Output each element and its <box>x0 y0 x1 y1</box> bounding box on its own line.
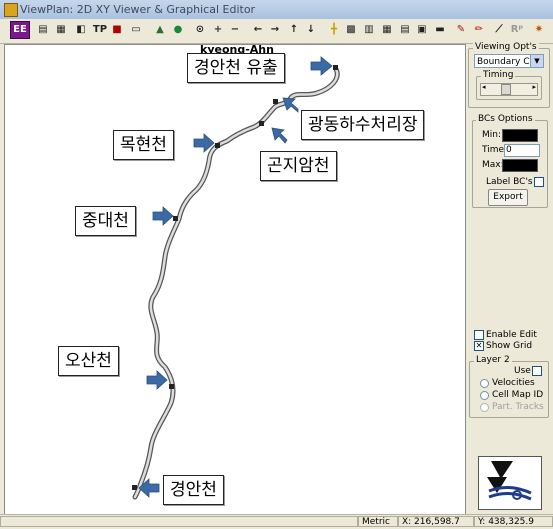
part-tracks-label: Part. Tracks <box>492 402 544 412</box>
velocities-label: Velocities <box>492 378 535 388</box>
globe-icon[interactable]: ● <box>169 21 187 39</box>
max-label: Max: <box>482 160 504 170</box>
arrow-up-icon[interactable]: ↑ <box>285 21 303 39</box>
box-icon[interactable]: ▣ <box>413 21 431 39</box>
pencil-icon[interactable]: ✏ <box>470 21 488 39</box>
settings-icon[interactable]: ✷ <box>530 21 548 39</box>
export-button[interactable]: Export <box>488 189 528 206</box>
ee-icon[interactable]: EE <box>10 21 30 39</box>
callout-gonjiam: 곤지암천 <box>260 151 337 181</box>
callout-gyeongan: 경안천 <box>163 475 224 505</box>
callout-jungdae: 중대천 <box>75 206 136 236</box>
title-bar: ViewPlan: 2D XY Viewer & Graphical Edito… <box>0 0 553 19</box>
arrow-jungdae-icon <box>152 206 174 226</box>
arrow-right-icon[interactable]: → <box>266 21 284 39</box>
x-coordinate-readout: X: 216,598.7 <box>398 516 474 527</box>
timing-slider[interactable]: ◂ ▸ <box>480 83 538 96</box>
y-coordinate-readout: Y: 438,325.9 <box>474 516 553 527</box>
node-osan <box>169 384 174 389</box>
status-message <box>0 516 358 527</box>
timing-title: Timing <box>481 70 516 80</box>
node-gwangdong <box>273 99 278 104</box>
velocities-radio[interactable] <box>480 379 489 388</box>
mesh-icon[interactable]: ▲ <box>151 21 169 39</box>
node-jungdae <box>173 216 178 221</box>
arrow-down-icon[interactable]: ↓ <box>302 21 320 39</box>
label-bcs-checkbox[interactable] <box>534 177 544 187</box>
cell-map-id-radio[interactable] <box>480 391 489 400</box>
arrow-gonjiam-icon <box>271 127 288 144</box>
list-icon[interactable]: ▤ <box>396 21 414 39</box>
callout-outlet: 경안천 유출 <box>187 53 285 83</box>
rp-icon[interactable]: Rᵖ <box>508 21 526 39</box>
window-title: ViewPlan: 2D XY Viewer & Graphical Edito… <box>20 3 256 16</box>
min-color-swatch[interactable] <box>502 129 538 142</box>
map-canvas[interactable]: kyeong-Ahn 경안천 유출 광동하수처리장 목현천 곤지암천 중대천 오… <box>4 44 466 516</box>
enable-edit-checkbox[interactable] <box>474 330 484 340</box>
callout-gwangdong: 광동하수처리장 <box>301 110 425 140</box>
print-icon[interactable]: ▤ <box>34 21 52 39</box>
view-mode-select[interactable]: Boundary C's ▼ <box>474 54 544 68</box>
tool-2d-icon[interactable]: ◧ <box>72 21 90 39</box>
label-bcs-label: Label BC's <box>486 177 533 187</box>
pen-icon[interactable]: ✎ <box>452 21 470 39</box>
zoom-out-icon[interactable]: − <box>226 21 244 39</box>
tp-icon[interactable]: TP <box>91 21 109 39</box>
save-icon[interactable]: ■ <box>108 21 126 39</box>
slider-thumb[interactable] <box>501 84 511 95</box>
slider-left-icon[interactable]: ◂ <box>482 83 486 91</box>
min-label: Min: <box>482 130 502 140</box>
bcs-options-title: BCs Options <box>476 114 535 124</box>
table-icon[interactable]: ▥ <box>360 21 378 39</box>
grid-cross-icon[interactable]: ╋ <box>325 21 343 39</box>
truck-icon[interactable]: ▬ <box>431 21 449 39</box>
arrow-left-icon[interactable]: ← <box>249 21 267 39</box>
toolbar: EE ▤ ▦ ◧ TP ■ ▭ ▲ ● ⊙ + − ← → ↑ ↓ ╋ ▩ ▥ ▦ ▤ ▣ ▬ ✎ ✏ ⟋ Rᵖ ✷ <box>0 19 553 44</box>
grid-icon[interactable]: ▦ <box>378 21 396 39</box>
use-checkbox[interactable] <box>532 366 542 376</box>
status-bar: Metric X: 216,598.7 Y: 438,325.9 <box>0 514 553 529</box>
ruler-icon[interactable]: ⟋ <box>490 21 508 39</box>
units-readout: Metric <box>358 516 398 527</box>
chevron-down-icon[interactable]: ▼ <box>530 55 543 67</box>
max-color-swatch[interactable] <box>502 159 538 172</box>
document-icon[interactable]: ▭ <box>127 21 145 39</box>
app-icon <box>4 3 18 17</box>
callout-mokhyeon: 목현천 <box>113 130 174 160</box>
part-tracks-radio[interactable] <box>480 403 489 412</box>
side-panel: Viewing Opt's Boundary C's ▼ Timing ◂ ▸ … <box>466 42 551 514</box>
arrow-gwangdong-icon <box>282 97 299 113</box>
layer2-title: Layer 2 <box>474 355 512 365</box>
slider-right-icon[interactable]: ▸ <box>532 83 536 91</box>
viewing-opts-title: Viewing Opt's <box>473 42 539 52</box>
show-grid-checkbox[interactable]: ✕ <box>474 341 484 351</box>
enable-edit-label: Enable Edit <box>486 330 537 340</box>
show-grid-label: Show Grid <box>486 341 533 351</box>
time-input[interactable]: 0 <box>504 144 540 157</box>
callout-osan: 오산천 <box>58 346 119 376</box>
view-mode-value: Boundary C's <box>477 57 537 67</box>
node-mokhyeon <box>215 143 220 148</box>
hatch-icon[interactable]: ▩ <box>342 21 360 39</box>
cell-map-id-label: Cell Map ID <box>492 390 544 400</box>
node-start <box>132 485 137 490</box>
page-icon[interactable]: ▦ <box>52 21 70 39</box>
node-gonjiam <box>259 121 264 126</box>
target-icon[interactable]: ⊙ <box>191 21 209 39</box>
organization-logo <box>478 456 542 510</box>
node-outlet <box>333 65 338 70</box>
arrow-outlet-icon <box>310 56 333 76</box>
use-label: Use <box>514 366 531 376</box>
arrow-osan-icon <box>146 370 168 390</box>
zoom-in-icon[interactable]: + <box>209 21 227 39</box>
